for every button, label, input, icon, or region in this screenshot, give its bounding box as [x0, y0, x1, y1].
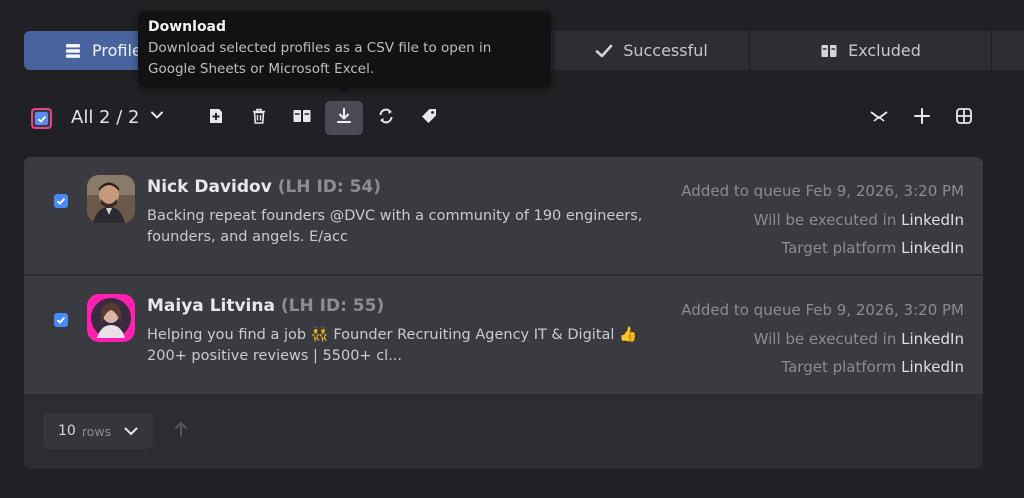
headline-line-2: 200+ positive reviews | 5500+ cl... — [147, 348, 403, 364]
avatar[interactable] — [87, 175, 135, 223]
list-item[interactable]: Maiya Litvina (LH ID: 55) Helping you fi… — [24, 276, 983, 394]
selection-dropdown[interactable]: All 2 / 2 — [71, 107, 165, 128]
tooltip-line-1: Download selected profiles as a CSV file… — [148, 40, 492, 56]
tooltip-title: Download — [148, 19, 227, 35]
lh-id: (LH ID: 55) — [280, 296, 385, 316]
target-platform: Target platform LinkedIn — [681, 234, 964, 263]
added-to-queue: Added to queue Feb 9, 2026, 3:20 PM — [681, 182, 964, 200]
sync-icon — [377, 107, 395, 129]
executed-platform: LinkedIn — [901, 329, 964, 348]
profile-name-text: Maiya Litvina — [147, 296, 275, 316]
avatar[interactable] — [87, 294, 135, 342]
tab-successful[interactable]: Successful — [554, 31, 750, 70]
select-all-checkbox[interactable] — [31, 108, 52, 129]
chevron-down-icon — [123, 423, 139, 439]
executed-in: Will be executed in LinkedIn — [681, 325, 964, 354]
tab-profiles[interactable]: Profiles — [24, 31, 150, 70]
download-button[interactable] — [325, 101, 363, 135]
rows-unit: rows — [81, 423, 112, 439]
target-label: Target platform — [781, 239, 897, 257]
profile-headline: Helping you find a job 👯 Founder Recruit… — [147, 325, 667, 367]
rows-per-page-select[interactable]: 10 rows — [43, 413, 153, 449]
target-label: Target platform — [781, 358, 897, 376]
headline-line-1: Helping you find a job 👯 Founder Recruit… — [147, 327, 638, 343]
chevron-down-icon — [149, 107, 165, 128]
download-tooltip: Download Download selected profiles as a… — [138, 11, 551, 94]
exclude-button[interactable] — [283, 101, 321, 135]
profile-meta: Added to queue Feb 9, 2026, 3:20 PM Will… — [681, 177, 964, 263]
row-checkbox[interactable] — [54, 194, 68, 208]
executed-platform: LinkedIn — [901, 210, 964, 229]
lh-id: (LH ID: 54) — [277, 177, 382, 197]
rows-count: 10 — [58, 423, 76, 439]
tab-excluded[interactable]: Excluded — [750, 31, 992, 70]
profile-list: Nick Davidov (LH ID: 54) Backing repeat … — [24, 157, 983, 469]
add-to-list-icon — [207, 107, 225, 129]
profile-name[interactable]: Maiya Litvina (LH ID: 55) — [147, 296, 384, 316]
tab-successful-label: Successful — [623, 41, 708, 60]
headline-line-1: Backing repeat founders @DVC with a comm… — [147, 208, 643, 224]
toolbar: All 2 / 2 — [0, 98, 1024, 138]
scroll-top-button[interactable] — [171, 421, 191, 441]
delete-button[interactable] — [240, 101, 278, 135]
tooltip-line-2: Google Sheets or Microsoft Excel. — [148, 61, 375, 77]
arrow-up-icon — [173, 420, 189, 442]
exclude-icon — [820, 42, 838, 60]
add-button[interactable] — [903, 101, 941, 135]
added-to-queue: Added to queue Feb 9, 2026, 3:20 PM — [681, 301, 964, 319]
collapse-button[interactable] — [860, 101, 898, 135]
row-checkbox[interactable] — [54, 313, 68, 327]
list-item[interactable]: Nick Davidov (LH ID: 54) Backing repeat … — [24, 157, 983, 275]
grid-icon — [955, 107, 973, 129]
sync-button[interactable] — [367, 101, 405, 135]
target-platform: Target platform LinkedIn — [681, 353, 964, 382]
tag-icon — [420, 107, 438, 129]
tag-button[interactable] — [410, 101, 448, 135]
grid-view-button[interactable] — [945, 101, 983, 135]
stack-icon — [64, 42, 82, 60]
profile-name[interactable]: Nick Davidov (LH ID: 54) — [147, 177, 381, 197]
profile-headline: Backing repeat founders @DVC with a comm… — [147, 206, 667, 248]
exclude-list-icon — [292, 107, 312, 129]
collapse-icon — [869, 107, 889, 129]
headline-line-2: founders, and angels. E/acc — [147, 229, 348, 245]
target-platform-value: LinkedIn — [901, 239, 964, 257]
tab-extra[interactable] — [992, 31, 1024, 70]
trash-icon — [250, 107, 268, 129]
download-icon — [335, 107, 353, 129]
profile-name-text: Nick Davidov — [147, 177, 272, 197]
tooltip-body: Download selected profiles as a CSV file… — [148, 37, 541, 80]
profile-meta: Added to queue Feb 9, 2026, 3:20 PM Will… — [681, 296, 964, 382]
executed-label: Will be executed in — [753, 329, 897, 348]
tab-excluded-label: Excluded — [848, 41, 921, 60]
add-to-list-button[interactable] — [197, 101, 235, 135]
plus-icon — [913, 107, 931, 129]
executed-label: Will be executed in — [753, 210, 897, 229]
check-icon — [595, 42, 613, 60]
selection-count: All 2 / 2 — [71, 107, 140, 128]
executed-in: Will be executed in LinkedIn — [681, 206, 964, 235]
target-platform-value: LinkedIn — [901, 358, 964, 376]
